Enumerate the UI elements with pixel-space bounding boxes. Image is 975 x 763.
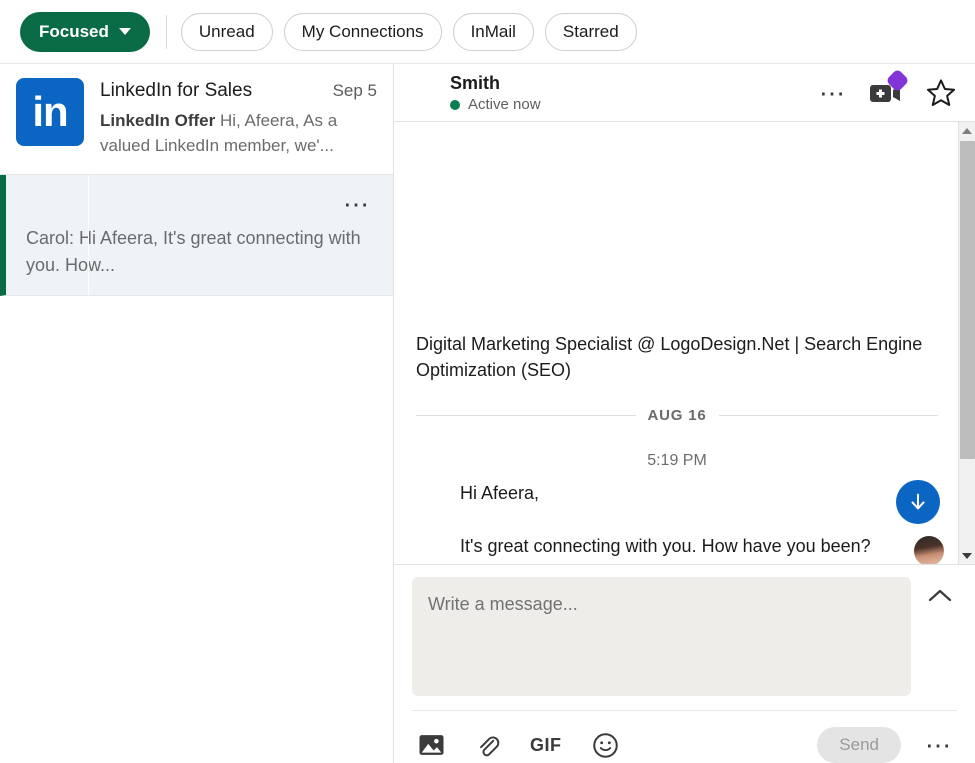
chevron-up-icon <box>928 589 952 602</box>
focused-filter-button[interactable]: Focused <box>20 11 150 52</box>
more-horizontal-icon[interactable]: ⋯ <box>343 191 371 217</box>
participant-headline: Digital Marketing Specialist @ LogoDesig… <box>416 334 923 380</box>
conversation-header-row: LinkedIn for Sales Sep 5 <box>100 80 377 102</box>
thread-presence: Active now <box>450 96 817 113</box>
thread-participant-name: Smith <box>450 73 501 93</box>
message-timestamp: 5:19 PM <box>647 452 707 469</box>
composer-tools: GIF <box>416 730 817 761</box>
focused-filter-label: Focused <box>39 21 109 41</box>
main-body: in LinkedIn for Sales Sep 5 LinkedIn Off… <box>0 64 975 763</box>
message-composer: GIF Send <box>394 564 975 763</box>
message-text-line: It's great connecting with you. How have… <box>460 536 871 556</box>
attach-image-button[interactable] <box>416 731 447 759</box>
emoji-button[interactable] <box>590 730 621 761</box>
thread-header: Smith Active now ⋯ <box>394 64 975 122</box>
gif-icon: GIF <box>530 734 562 755</box>
conversation-actions: ⋯ <box>26 189 377 217</box>
attach-file-button[interactable] <box>473 731 502 760</box>
filter-bar: Focused Unread My Connections InMail Sta… <box>0 0 975 64</box>
message-text-line: Hi Afeera, <box>460 483 540 503</box>
video-meeting-button[interactable] <box>867 67 910 110</box>
triangle-up-icon <box>962 127 972 134</box>
filter-pill-unread[interactable]: Unread <box>180 12 273 51</box>
composer-more-button[interactable]: ⋯ <box>923 730 955 760</box>
scrollbar-thumb[interactable] <box>959 141 975 460</box>
avatar-initials: in <box>32 88 68 135</box>
composer-send-area: Send ⋯ <box>817 727 955 763</box>
composer-input-row <box>412 577 957 696</box>
thread-participant-info: Smith Active now <box>412 72 817 113</box>
separator-line-left <box>416 415 636 416</box>
messages-scrollbar[interactable] <box>958 122 975 564</box>
linkedin-messaging-app: Focused Unread My Connections InMail Sta… <box>0 0 975 763</box>
date-separator-label: AUG 16 <box>647 407 707 424</box>
emoji-icon <box>592 732 618 758</box>
arrow-down-icon <box>911 493 925 510</box>
conversation-item-linkedin-for-sales[interactable]: in LinkedIn for Sales Sep 5 LinkedIn Off… <box>0 64 393 175</box>
thread-status-text: Active now <box>468 96 541 113</box>
thread-action-buttons: ⋯ <box>817 67 959 111</box>
triangle-down-icon <box>962 552 972 559</box>
gif-button[interactable]: GIF <box>528 733 564 758</box>
filter-pill-starred[interactable]: Starred <box>544 12 637 51</box>
conversation-preview-text: Carol: Hi Afeera, It's great connecting … <box>26 228 361 275</box>
scrollbar-down-button[interactable] <box>962 547 972 564</box>
online-status-icon <box>450 99 460 110</box>
scrollbar-up-button[interactable] <box>962 122 972 139</box>
image-icon <box>419 735 444 755</box>
date-separator: AUG 16 <box>416 401 938 428</box>
video-add-icon <box>869 67 910 108</box>
messages-container: Digital Marketing Specialist @ LogoDesig… <box>394 122 958 564</box>
separator-line-right <box>718 415 938 416</box>
filter-divider <box>165 14 167 49</box>
more-horizontal-icon: ⋯ <box>925 730 953 760</box>
filter-pill-inmail[interactable]: InMail <box>452 12 534 51</box>
collapse-composer-button[interactable] <box>917 577 957 605</box>
conversation-item-carol-selected[interactable]: ⋯ Carol: Hi Afeera, It's great connectin… <box>0 175 393 296</box>
conversation-list: in LinkedIn for Sales Sep 5 LinkedIn Off… <box>0 64 394 763</box>
star-outline-icon <box>926 78 956 106</box>
scrollbar-track[interactable] <box>959 139 975 547</box>
chevron-down-icon <box>118 28 131 35</box>
star-conversation-button[interactable] <box>923 75 959 111</box>
conversation-sender-name: LinkedIn for Sales <box>100 80 253 101</box>
message-sender-avatar <box>914 536 944 564</box>
attachment-icon <box>480 735 500 756</box>
messages-scroll-region: Digital Marketing Specialist @ LogoDesig… <box>394 122 975 564</box>
filter-pill-my-connections[interactable]: My Connections <box>283 12 442 51</box>
conversation-snippet: LinkedIn Offer Hi, Afeera, As a valued L… <box>100 108 377 158</box>
message-thread-pane: Smith Active now ⋯ Digital Marketing Spe… <box>394 64 975 763</box>
conversation-date: Sep 5 <box>332 81 377 100</box>
scroll-to-bottom-button[interactable] <box>896 480 940 524</box>
conversation-snippet-label: LinkedIn Offer <box>100 111 216 130</box>
composer-toolbar: GIF Send ⋯ <box>412 710 957 763</box>
thread-more-button[interactable]: ⋯ <box>817 77 849 108</box>
conversation-content: ⋯ Carol: Hi Afeera, It's great connectin… <box>16 189 377 279</box>
more-horizontal-icon: ⋯ <box>819 77 847 108</box>
conversation-content: LinkedIn for Sales Sep 5 LinkedIn Offer … <box>100 78 377 158</box>
linkedin-logo-avatar: in <box>16 78 84 146</box>
message-input[interactable] <box>412 577 911 696</box>
send-button[interactable]: Send <box>817 727 901 763</box>
